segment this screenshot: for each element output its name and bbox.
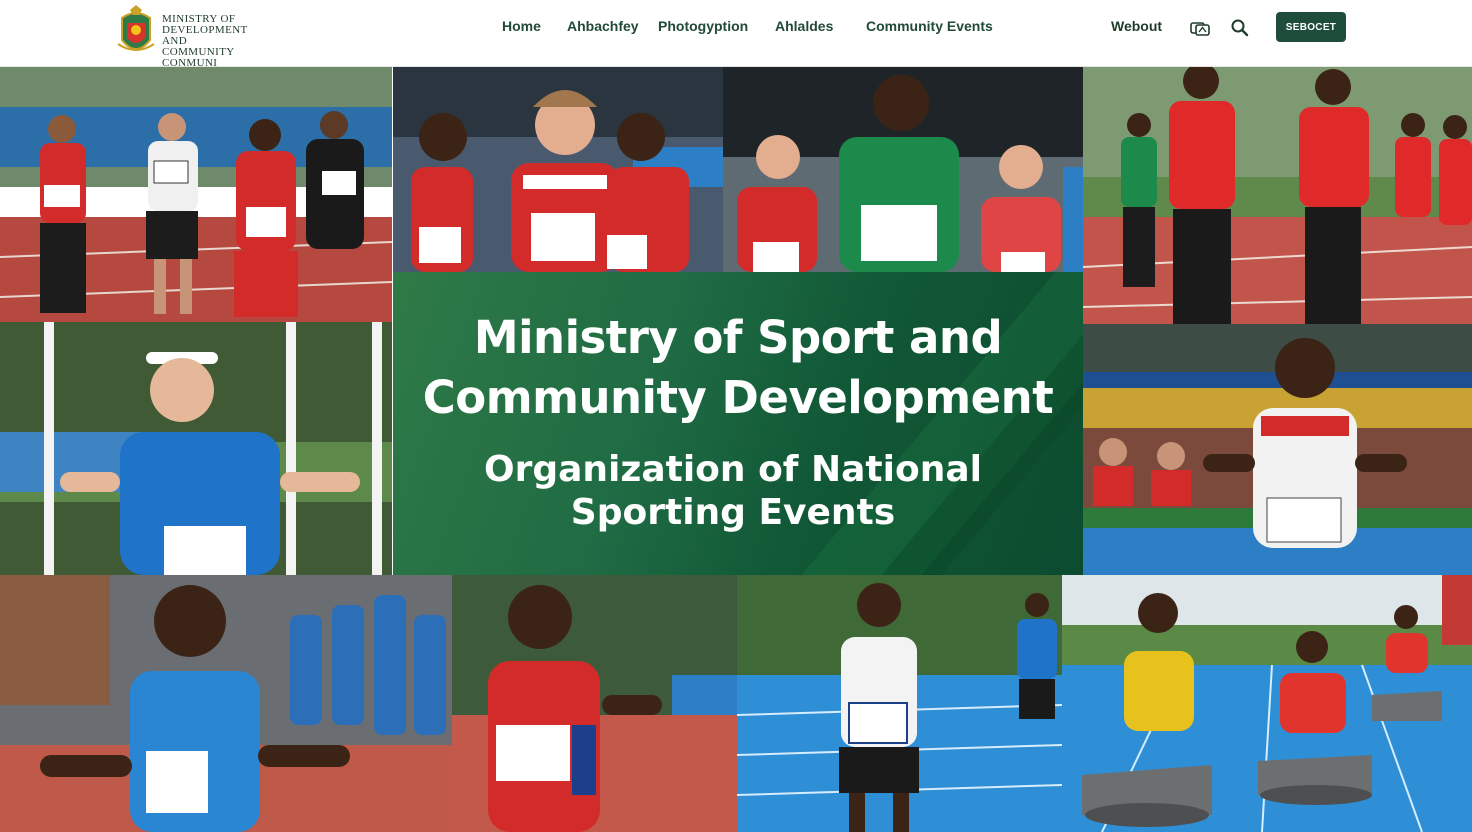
athletes-photo-9 [737,575,1062,832]
athletes-photo-2 [393,67,723,272]
athletes-photo-8 [452,575,737,832]
site-header: MINISTRY OF DEVELOPMENT AND COMMUNITY CO… [0,0,1472,69]
athletes-photo-10 [1062,575,1472,832]
brand-logo-text: MINISTRY OF DEVELOPMENT AND COMMUNITY CO… [162,13,248,69]
nav-item-photogyption[interactable]: Photogyption [658,18,748,34]
athletes-photo-7 [0,575,452,832]
utility-link[interactable]: Webout [1111,18,1162,34]
language-icon[interactable] [1190,18,1210,38]
nav-item-home[interactable]: Home [502,18,541,34]
nav-item-community-events[interactable]: Community Events [866,18,993,34]
search-icon[interactable] [1230,18,1250,38]
brand-logo-link[interactable]: MINISTRY OF DEVELOPMENT AND COMMUNITY CO… [116,4,262,69]
athletes-photo-1 [0,67,392,322]
header-action-button[interactable]: SEBOCET [1276,12,1346,42]
athletes-photo-6 [1083,324,1472,575]
hero-subtitle: Organization of National Sporting Events [484,449,982,533]
hero-banner: Ministry of Sport and Community Developm… [393,272,1083,575]
athletes-photo-5 [0,322,392,575]
nav-item-ahbachfey[interactable]: Ahbachfey [567,18,639,34]
ministry-crest-icon [117,5,155,51]
athletes-photo-3 [723,67,1083,272]
nav-item-ahlaldes[interactable]: Ahlaldes [775,18,833,34]
hero-title: Ministry of Sport and Community Developm… [422,311,1054,424]
athletes-photo-4 [1083,67,1472,324]
